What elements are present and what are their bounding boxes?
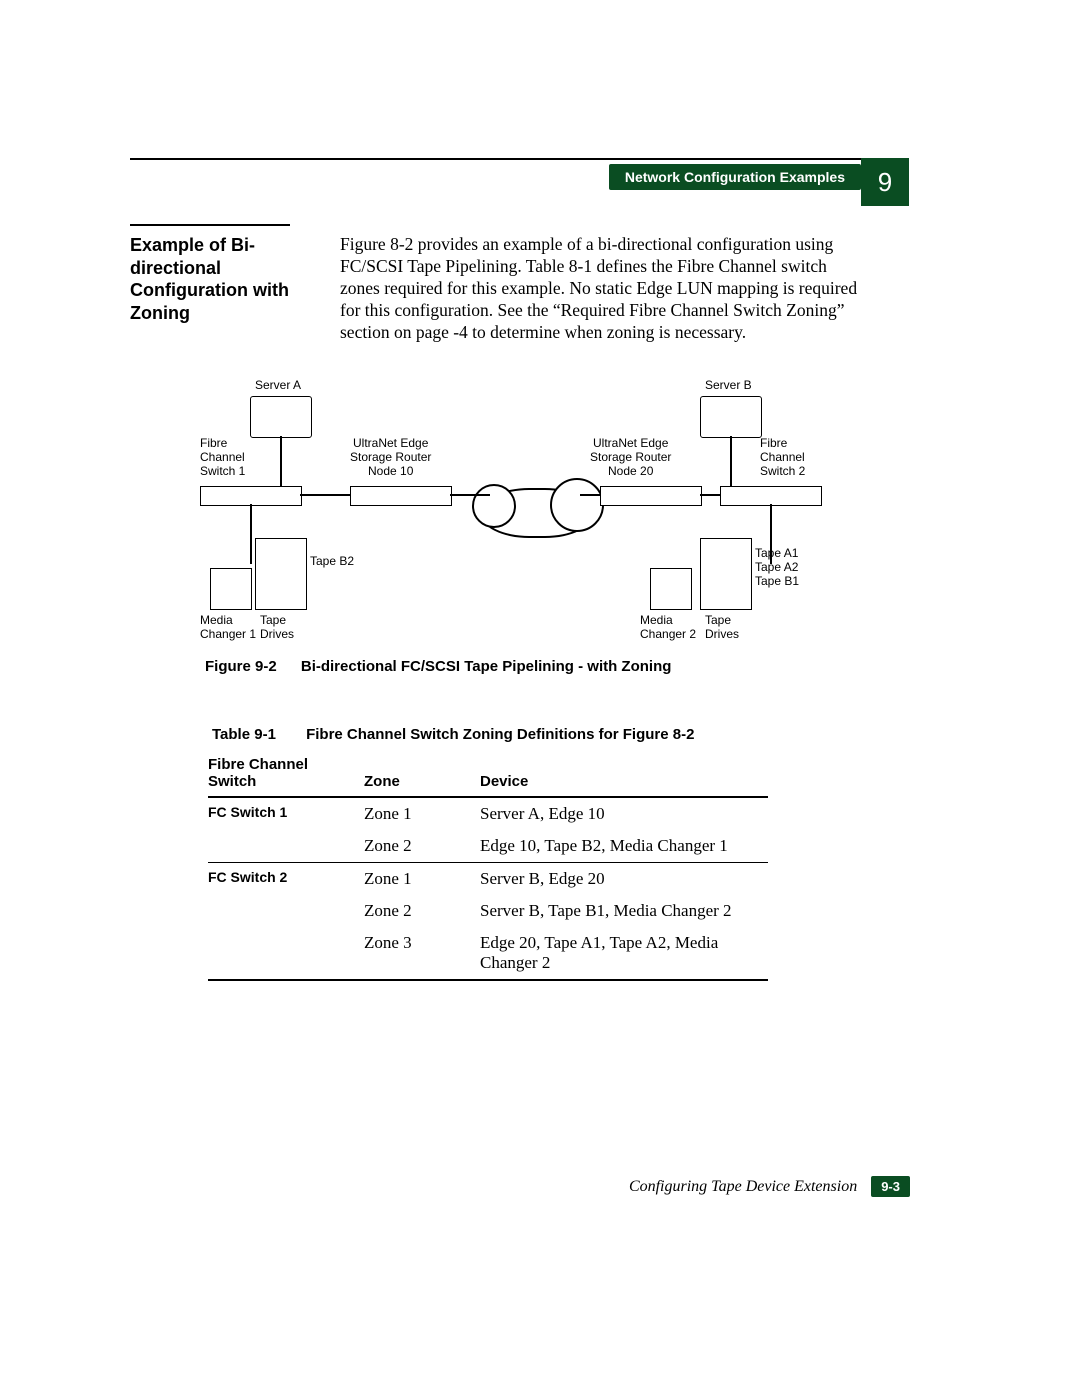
cell-zone: Zone 2 — [364, 830, 480, 863]
section-body-text: Figure 8-2 provides an example of a bi-d… — [340, 234, 870, 343]
col-header-zone: Zone — [364, 750, 480, 797]
cell-switch — [208, 830, 364, 863]
label-tape-a2: Tape A2 — [755, 560, 798, 574]
chapter-number-tab: 9 — [861, 158, 909, 206]
label-fc-switch-1: Fibre Channel Switch 1 — [200, 436, 245, 478]
fc-switch-2-icon — [720, 486, 822, 506]
cell-device: Server B, Edge 20 — [480, 863, 768, 896]
table-row: FC Switch 1 Zone 1 Server A, Edge 10 — [208, 797, 768, 830]
media-changer-1-icon — [210, 568, 252, 610]
label-router-20: UltraNet Edge Storage Router Node 20 — [590, 436, 671, 478]
col-header-device: Device — [480, 750, 768, 797]
connector — [730, 436, 732, 486]
zoning-table: Fibre Channel Switch Zone Device FC Swit… — [208, 750, 768, 981]
figure-label: Figure 9-2 — [205, 658, 277, 675]
cell-zone: Zone 2 — [364, 895, 480, 927]
connector — [580, 494, 600, 496]
media-changer-2-icon — [650, 568, 692, 610]
page-footer: Configuring Tape Device Extension 9-3 — [629, 1176, 910, 1197]
section-rule — [130, 224, 290, 226]
footer-page-number: 9-3 — [871, 1176, 910, 1197]
server-b-icon — [700, 396, 762, 438]
cell-switch — [208, 895, 364, 927]
label-router-10: UltraNet Edge Storage Router Node 10 — [350, 436, 431, 478]
router-10-icon — [350, 486, 452, 506]
label-server-a: Server A — [255, 378, 301, 392]
connector — [450, 494, 490, 496]
cell-switch — [208, 927, 364, 980]
label-tape-drives-right: Tape Drives — [705, 613, 739, 641]
tape-drives-right-icon — [700, 538, 752, 610]
table-row: Zone 2 Server B, Tape B1, Media Changer … — [208, 895, 768, 927]
section-heading: Example of Bi-directional Configuration … — [130, 234, 325, 324]
cell-zone: Zone 1 — [364, 797, 480, 830]
network-diagram: Server A Server B Fibre Channel Switch 1… — [200, 378, 850, 638]
table-label: Table 9-1 — [212, 726, 276, 743]
cell-zone: Zone 1 — [364, 863, 480, 896]
cell-switch: FC Switch 1 — [208, 797, 364, 830]
table-row: Zone 2 Edge 10, Tape B2, Media Changer 1 — [208, 830, 768, 863]
label-tape-b1: Tape B1 — [755, 574, 799, 588]
connector — [250, 504, 252, 564]
server-a-icon — [250, 396, 312, 438]
cell-switch: FC Switch 2 — [208, 863, 364, 896]
label-tape-drives-left: Tape Drives — [260, 613, 294, 641]
table-row: FC Switch 2 Zone 1 Server B, Edge 20 — [208, 863, 768, 896]
tape-drives-left-icon — [255, 538, 307, 610]
footer-doc-title: Configuring Tape Device Extension — [629, 1178, 857, 1196]
label-tape-a1: Tape A1 — [755, 546, 798, 560]
cloud-icon — [480, 488, 594, 538]
label-server-b: Server B — [705, 378, 752, 392]
figure-title: Bi-directional FC/SCSI Tape Pipelining -… — [301, 658, 672, 675]
table-row: Zone 3 Edge 20, Tape A1, Tape A2, Media … — [208, 927, 768, 980]
table-header-row: Fibre Channel Switch Zone Device — [208, 750, 768, 797]
header-section-title: Network Configuration Examples — [609, 164, 861, 190]
fc-switch-1-icon — [200, 486, 302, 506]
connector — [300, 494, 350, 496]
router-20-icon — [600, 486, 702, 506]
label-tape-b2: Tape B2 — [310, 554, 354, 568]
table-title: Fibre Channel Switch Zoning Definitions … — [306, 726, 694, 743]
label-media-changer-2: Media Changer 2 — [640, 613, 696, 641]
connector — [280, 436, 282, 486]
label-media-changer-1: Media Changer 1 — [200, 613, 256, 641]
cell-zone: Zone 3 — [364, 927, 480, 980]
cell-device: Edge 10, Tape B2, Media Changer 1 — [480, 830, 768, 863]
col-header-switch: Fibre Channel Switch — [208, 750, 364, 797]
cell-device: Edge 20, Tape A1, Tape A2, Media Changer… — [480, 927, 768, 980]
cell-device: Server B, Tape B1, Media Changer 2 — [480, 895, 768, 927]
connector — [700, 494, 720, 496]
label-fc-switch-2: Fibre Channel Switch 2 — [760, 436, 805, 478]
cell-device: Server A, Edge 10 — [480, 797, 768, 830]
table-caption: Table 9-1 Fibre Channel Switch Zoning De… — [212, 726, 694, 743]
page: Network Configuration Examples 9 Example… — [0, 0, 1080, 1397]
figure-caption: Figure 9-2 Bi-directional FC/SCSI Tape P… — [205, 658, 671, 675]
top-rule — [130, 158, 890, 160]
